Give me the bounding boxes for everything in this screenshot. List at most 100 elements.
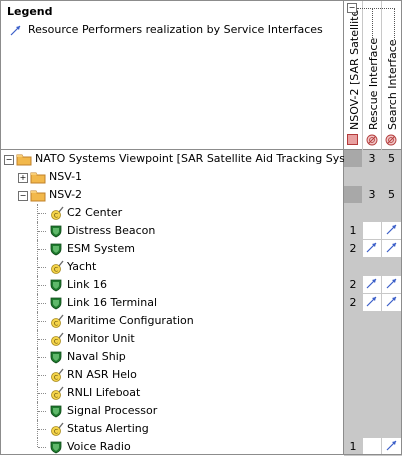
tree-row-label: ESM System bbox=[67, 242, 135, 255]
matrix-cell[interactable] bbox=[382, 204, 402, 222]
collapse-toggle[interactable]: − bbox=[4, 155, 14, 165]
legend-title: Legend bbox=[7, 5, 53, 18]
tree-row[interactable]: Distress Beacon bbox=[0, 222, 344, 240]
cell-count: 1 bbox=[349, 224, 357, 237]
matrix-cell[interactable] bbox=[363, 384, 382, 402]
svg-text:C: C bbox=[54, 213, 58, 220]
tree-row-label: RNLI Lifeboat bbox=[67, 386, 141, 399]
tree-connector bbox=[38, 231, 46, 232]
matrix-cell[interactable]: 2 bbox=[344, 276, 363, 294]
tree-row[interactable]: − NATO Systems Viewpoint [SAR Satellite A… bbox=[0, 150, 371, 168]
matrix-cell[interactable]: 2 bbox=[344, 294, 363, 312]
matrix-cell[interactable]: 1 bbox=[344, 438, 363, 456]
matrix-cell[interactable] bbox=[382, 420, 402, 438]
tree-connector bbox=[38, 375, 46, 376]
matrix-cell[interactable]: 5 bbox=[382, 150, 402, 168]
tree-row[interactable]: Voice Radio bbox=[0, 438, 344, 456]
dependency-arrow-icon bbox=[366, 277, 378, 292]
matrix-cell[interactable] bbox=[382, 240, 402, 258]
matrix-cell[interactable] bbox=[382, 222, 402, 240]
matrix-cell[interactable] bbox=[382, 276, 402, 294]
resource-shield-icon bbox=[48, 295, 64, 311]
matrix-cell[interactable] bbox=[344, 150, 363, 168]
column-collapse-toggle[interactable]: − bbox=[347, 3, 357, 13]
matrix-cell[interactable] bbox=[363, 294, 382, 312]
matrix-cell[interactable] bbox=[344, 330, 363, 348]
matrix-cell[interactable] bbox=[363, 348, 382, 366]
matrix-cell[interactable] bbox=[344, 312, 363, 330]
matrix-cell[interactable] bbox=[363, 204, 382, 222]
tree-row[interactable]: C Maritime Configuration bbox=[0, 312, 344, 330]
matrix-cell[interactable] bbox=[382, 366, 402, 384]
tree-row-label: C2 Center bbox=[67, 206, 123, 219]
matrix-cell[interactable] bbox=[344, 258, 363, 276]
tree-row-label: Status Alerting bbox=[67, 422, 149, 435]
matrix-cell[interactable] bbox=[363, 258, 382, 276]
tree-row[interactable]: ESM System bbox=[0, 240, 344, 258]
matrix-cell[interactable] bbox=[382, 168, 402, 186]
matrix-cell[interactable] bbox=[382, 348, 402, 366]
tree-row[interactable]: Link 16 bbox=[0, 276, 344, 294]
tree-row[interactable]: + NSV-1 bbox=[0, 168, 344, 186]
matrix-cell[interactable] bbox=[363, 276, 382, 294]
matrix-cell[interactable] bbox=[344, 366, 363, 384]
tree-row-label: Link 16 bbox=[67, 278, 108, 291]
matrix-cell[interactable] bbox=[344, 420, 363, 438]
svg-text:C: C bbox=[54, 375, 58, 382]
column-group-bracket-drop bbox=[394, 8, 395, 40]
tree-row[interactable]: C Status Alerting bbox=[0, 420, 344, 438]
service-interface-icon bbox=[366, 134, 378, 149]
dependency-arrow-icon bbox=[386, 241, 398, 256]
matrix-cell[interactable] bbox=[382, 294, 402, 312]
matrix-cell[interactable] bbox=[382, 402, 402, 420]
tree-row[interactable]: Signal Processor bbox=[0, 402, 344, 420]
matrix-cell[interactable]: 5 bbox=[382, 186, 402, 204]
tree-row[interactable]: Link 16 Terminal bbox=[0, 294, 344, 312]
matrix-cell[interactable] bbox=[363, 312, 382, 330]
matrix-cell[interactable] bbox=[344, 168, 363, 186]
matrix-cell[interactable] bbox=[382, 330, 402, 348]
tree-row[interactable]: C C2 Center bbox=[0, 204, 344, 222]
resource-shield-icon bbox=[48, 403, 64, 419]
tree-connector bbox=[38, 411, 46, 412]
matrix-cell[interactable]: 1 bbox=[344, 222, 363, 240]
resource-shield-icon bbox=[48, 277, 64, 293]
matrix-cell[interactable]: 3 bbox=[363, 150, 382, 168]
tree-connector bbox=[38, 267, 46, 268]
column-header-label: NSOV-2 [SAR Satellite ... bbox=[348, 8, 361, 130]
matrix-cell[interactable] bbox=[363, 222, 382, 240]
tree-row[interactable]: − NSV-2 bbox=[0, 186, 344, 204]
tree-row[interactable]: C RN ASR Helo bbox=[0, 366, 344, 384]
matrix-cell[interactable] bbox=[344, 348, 363, 366]
column-header-0[interactable]: NSOV-2 [SAR Satellite ... bbox=[344, 0, 363, 150]
matrix-cell[interactable] bbox=[363, 168, 382, 186]
matrix-cell[interactable] bbox=[382, 312, 402, 330]
tree-connector bbox=[38, 339, 46, 340]
matrix-cell[interactable] bbox=[363, 402, 382, 420]
matrix-cell[interactable] bbox=[363, 366, 382, 384]
matrix-cell[interactable]: 2 bbox=[344, 240, 363, 258]
column-header-2[interactable]: Search Interface bbox=[382, 0, 402, 150]
matrix-cell[interactable] bbox=[363, 240, 382, 258]
matrix-cell[interactable] bbox=[363, 330, 382, 348]
tree-row[interactable]: C Monitor Unit bbox=[0, 330, 344, 348]
matrix-cell[interactable] bbox=[382, 438, 402, 456]
tree-row[interactable]: Naval Ship bbox=[0, 348, 344, 366]
matrix-cell[interactable] bbox=[344, 402, 363, 420]
tree-row[interactable]: C Yacht bbox=[0, 258, 344, 276]
resource-shield-icon bbox=[48, 349, 64, 365]
matrix-cell[interactable] bbox=[363, 438, 382, 456]
matrix-cell[interactable] bbox=[344, 186, 363, 204]
matrix-cell[interactable] bbox=[344, 384, 363, 402]
matrix-cell[interactable] bbox=[344, 204, 363, 222]
expand-toggle[interactable]: + bbox=[18, 173, 28, 183]
matrix-cell[interactable] bbox=[382, 384, 402, 402]
matrix-cell[interactable] bbox=[363, 420, 382, 438]
column-group-bracket bbox=[357, 8, 395, 9]
collapse-toggle[interactable]: − bbox=[18, 191, 28, 201]
dependency-arrow-icon bbox=[366, 295, 378, 310]
tree-row[interactable]: C RNLI Lifeboat bbox=[0, 384, 344, 402]
tree-connector bbox=[38, 429, 46, 430]
matrix-cell[interactable]: 3 bbox=[363, 186, 382, 204]
matrix-cell[interactable] bbox=[382, 258, 402, 276]
